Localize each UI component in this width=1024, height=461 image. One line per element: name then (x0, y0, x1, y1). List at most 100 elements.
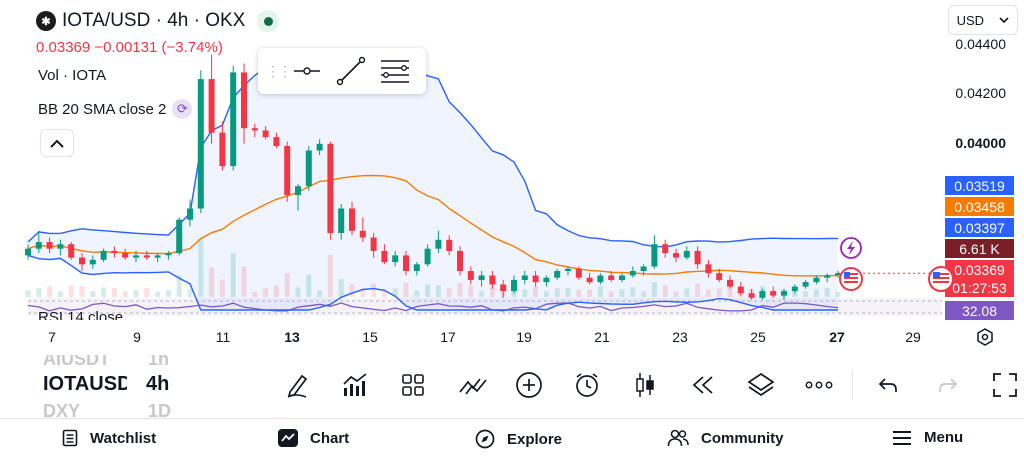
alert-button[interactable] (570, 368, 604, 402)
nav-label: Chart (310, 429, 350, 447)
draw-pencil-icon (287, 374, 308, 398)
candle-body (262, 130, 269, 138)
volume-bar (565, 288, 571, 297)
compare-button[interactable] (456, 368, 490, 402)
fullscreen-button[interactable] (988, 368, 1022, 402)
candle-body (230, 72, 237, 167)
nav-label: Menu (924, 429, 964, 446)
compass-icon (475, 429, 495, 449)
fullscreen-icon (993, 373, 1017, 397)
redo-icon (939, 378, 958, 392)
bb-lower-tag: 0.03397 (945, 218, 1014, 237)
symbol-title-row[interactable]: ✱ IOTA/USD · 4h · OKX (36, 10, 280, 32)
horizontal-line-tool[interactable] (290, 54, 324, 88)
candle-body (457, 250, 463, 271)
candle-body (478, 275, 485, 280)
volume-bar (111, 288, 117, 297)
volume-bar (338, 279, 344, 297)
symbol-selector[interactable]: IOTAUSD (43, 373, 127, 396)
more-button[interactable] (802, 368, 836, 402)
reset-scale-icon[interactable] (975, 327, 995, 347)
symbol-legend: ✱ IOTA/USD · 4h · OKX (36, 10, 280, 32)
chart-type-button[interactable] (628, 368, 662, 402)
layouts-button[interactable] (396, 368, 430, 402)
volume-bar (803, 291, 809, 297)
candle-body (651, 244, 658, 267)
trend-line-tool[interactable] (334, 54, 368, 88)
nav-chart[interactable]: Chart (278, 429, 349, 447)
volume-bar (425, 284, 431, 297)
drawing-toolbar: ⋮⋮ (258, 48, 426, 94)
volume-bar (630, 287, 636, 297)
time-axis-label: 13 (284, 329, 300, 345)
candle-body (673, 253, 679, 258)
nav-watchlist[interactable]: Watchlist (62, 429, 156, 447)
candle-body (284, 146, 291, 196)
candle-body (489, 275, 496, 285)
nav-label: Watchlist (90, 429, 157, 447)
volume-bar (371, 283, 377, 297)
candle-body (683, 250, 690, 258)
candle-body (446, 239, 453, 251)
layers-button[interactable] (744, 368, 778, 402)
add-button[interactable] (512, 368, 546, 402)
volume-bar (25, 290, 31, 297)
candle-body (791, 286, 798, 292)
volume-bar (79, 286, 85, 297)
us-flag-icon[interactable] (928, 266, 954, 292)
replay-button[interactable] (686, 368, 720, 402)
time-axis-label: 11 (215, 329, 231, 345)
candle-body (802, 282, 809, 287)
volume-bar (144, 288, 150, 297)
volume-bar (317, 290, 323, 297)
volume-indicator-label[interactable]: Vol · IOTA (38, 67, 106, 84)
candle-body (424, 248, 431, 265)
candle-body (586, 277, 593, 283)
volume-tag: 6.61 K (945, 239, 1014, 258)
candle-body (770, 291, 777, 296)
bb-basis-tag: 0.03458 (945, 197, 1014, 216)
lightning-event-icon[interactable] (840, 237, 862, 259)
collapse-legend-button[interactable] (40, 129, 74, 157)
drag-handle-icon[interactable]: ⋮⋮ (266, 63, 292, 80)
candle-body (619, 275, 625, 280)
add-icon (516, 372, 542, 398)
menu-icon (893, 430, 911, 445)
fib-tool[interactable] (378, 54, 412, 88)
candle-body (413, 264, 420, 271)
currency-selector[interactable]: USD (948, 5, 1018, 35)
alert-clock-icon (576, 373, 598, 397)
candle-body (100, 250, 107, 260)
bollinger-indicator-row[interactable]: BB 20 SMA close 2 ⟳ (38, 99, 193, 119)
volume-bar (122, 291, 128, 297)
nav-explore[interactable]: Explore (475, 429, 562, 449)
symbol-title[interactable]: IOTA/USD · 4h · OKX (62, 10, 245, 32)
redo-button[interactable] (931, 368, 965, 402)
indicators-button[interactable] (338, 368, 372, 402)
candle-body (824, 275, 831, 278)
nav-label: Community (701, 429, 784, 447)
undo-button[interactable] (871, 368, 905, 402)
layers-icon (747, 372, 775, 397)
candle-body (79, 257, 85, 265)
candle-body (727, 279, 733, 287)
nav-community[interactable]: Community (667, 429, 784, 447)
volume-bar (824, 288, 830, 297)
volume-bar (284, 273, 290, 297)
currency-value: USD (956, 12, 985, 28)
market-status-icon[interactable] (257, 10, 280, 32)
nav-menu[interactable]: Menu (892, 429, 963, 446)
volume-bar (705, 289, 711, 297)
volume-bar (684, 288, 690, 297)
volume-bar (155, 292, 161, 297)
us-event-flag-icon[interactable] (839, 267, 863, 291)
indicators-icon (343, 373, 367, 396)
candle-body (705, 264, 712, 274)
candle-body (511, 279, 517, 292)
volume-bar (252, 292, 258, 297)
bollinger-indicator-label[interactable]: BB 20 SMA close 2 (38, 101, 166, 118)
draw-button[interactable] (280, 368, 314, 402)
interval-selector[interactable]: 4h (146, 373, 169, 396)
candle-body (35, 242, 42, 249)
volume-bar (219, 279, 225, 297)
